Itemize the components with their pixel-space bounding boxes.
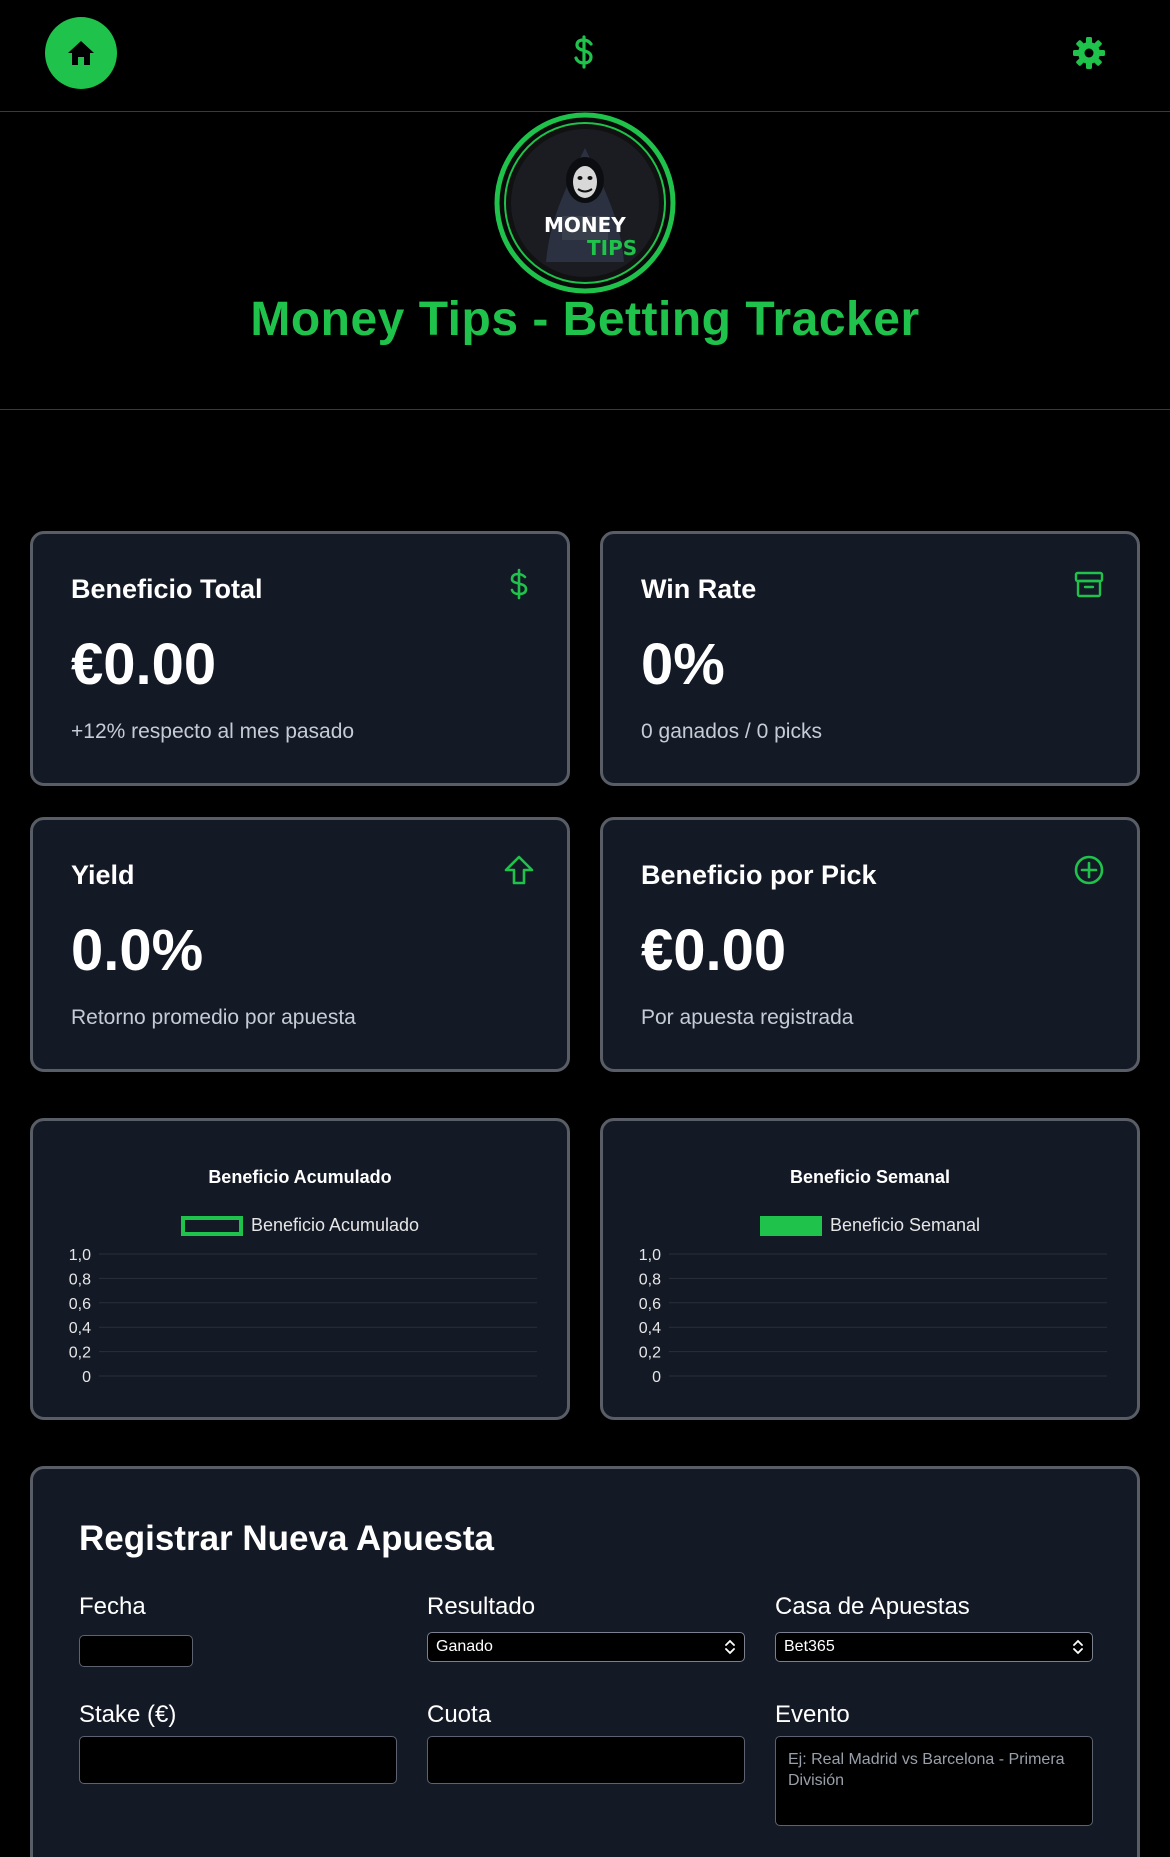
stat-value: €0.00 bbox=[71, 632, 217, 697]
resultado-label: Resultado bbox=[427, 1593, 536, 1620]
resultado-selected-value: Ganado bbox=[436, 1638, 493, 1655]
y-tick-label: 0,8 bbox=[639, 1271, 661, 1288]
dollar-icon bbox=[574, 35, 593, 69]
chart-beneficio-semanal: Beneficio Semanal Beneficio Semanal 1,0 0… bbox=[600, 1118, 1140, 1420]
stat-subtitle: Por apuesta registrada bbox=[641, 1006, 854, 1029]
casa-select[interactable]: Bet365 bbox=[775, 1632, 1093, 1662]
stat-subtitle: Retorno promedio por apuesta bbox=[71, 1006, 356, 1029]
stat-value: €0.00 bbox=[641, 918, 787, 983]
stat-card-beneficio-total: Beneficio Total €0.00 +12% respecto al m… bbox=[30, 531, 570, 786]
stat-title: Win Rate bbox=[641, 574, 757, 604]
top-nav-bar bbox=[0, 0, 1170, 112]
y-tick-label: 0 bbox=[652, 1369, 661, 1386]
evento-label: Evento bbox=[775, 1701, 850, 1728]
y-tick-label: 0 bbox=[82, 1369, 91, 1386]
stat-card-yield: Yield 0.0% Retorno promedio por apuesta bbox=[30, 817, 570, 1072]
casa-label: Casa de Apuestas bbox=[775, 1593, 970, 1620]
casa-selected-value: Bet365 bbox=[784, 1638, 835, 1655]
new-bet-form: Registrar Nueva Apuesta Fecha Resultado … bbox=[30, 1466, 1140, 1857]
y-tick-label: 0,2 bbox=[69, 1345, 91, 1362]
stake-label: Stake (€) bbox=[79, 1701, 177, 1728]
home-icon bbox=[68, 41, 94, 65]
home-button[interactable] bbox=[45, 17, 117, 89]
chart-plot-area: 1,0 0,8 0,6 0,4 0,2 0 bbox=[639, 1247, 1107, 1386]
stat-subtitle: +12% respecto al mes pasado bbox=[71, 720, 355, 743]
app-logo: MONEY TIPS bbox=[494, 112, 676, 294]
resultado-select[interactable]: Ganado bbox=[427, 1632, 745, 1662]
fecha-label: Fecha bbox=[79, 1593, 146, 1620]
stat-title: Yield bbox=[71, 860, 135, 890]
page-title: Money Tips - Betting Tracker bbox=[250, 293, 920, 346]
y-tick-label: 0,6 bbox=[69, 1296, 91, 1313]
stat-subtitle: 0 ganados / 0 picks bbox=[641, 720, 822, 743]
app-header: MONEY TIPS Money Tips - Betting Tracker bbox=[0, 112, 1170, 410]
chart-beneficio-acumulado: Beneficio Acumulado Beneficio Acumulado … bbox=[30, 1118, 570, 1420]
stat-title: Beneficio Total bbox=[71, 574, 263, 604]
evento-placeholder: Ej: Real Madrid vs Barcelona - Primera D… bbox=[788, 1751, 1065, 1789]
y-tick-label: 1,0 bbox=[69, 1247, 91, 1264]
chevron-updown-icon bbox=[1073, 1639, 1083, 1655]
chevron-updown-icon bbox=[725, 1639, 735, 1655]
fecha-input[interactable] bbox=[79, 1635, 193, 1667]
archive-icon bbox=[1074, 571, 1104, 598]
chart-plot-area: 1,0 0,8 0,6 0,4 0,2 0 bbox=[69, 1247, 537, 1386]
evento-textarea[interactable]: Ej: Real Madrid vs Barcelona - Primera D… bbox=[775, 1736, 1093, 1826]
y-tick-label: 0,4 bbox=[639, 1320, 661, 1337]
form-title: Registrar Nueva Apuesta bbox=[79, 1519, 494, 1558]
stat-value: 0% bbox=[641, 632, 725, 697]
y-tick-label: 0,6 bbox=[639, 1296, 661, 1313]
dollar-icon bbox=[510, 568, 528, 600]
y-tick-label: 1,0 bbox=[639, 1247, 661, 1264]
cuota-input[interactable] bbox=[427, 1736, 745, 1784]
y-tick-label: 0,2 bbox=[639, 1345, 661, 1362]
stat-card-beneficio-por-pick: Beneficio por Pick €0.00 Por apuesta reg… bbox=[600, 817, 1140, 1072]
logo-text-money: MONEY bbox=[544, 213, 626, 237]
stat-card-win-rate: Win Rate 0% 0 ganados / 0 picks bbox=[600, 531, 1140, 786]
y-tick-label: 0,8 bbox=[69, 1271, 91, 1288]
stat-value: 0.0% bbox=[71, 918, 204, 983]
dollar-nav-button[interactable] bbox=[572, 32, 596, 72]
logo-text-tips: TIPS bbox=[587, 236, 637, 260]
gear-icon bbox=[1073, 37, 1105, 69]
y-tick-label: 0,4 bbox=[69, 1320, 91, 1337]
cuota-label: Cuota bbox=[427, 1701, 492, 1728]
stat-title: Beneficio por Pick bbox=[641, 860, 877, 890]
plus-circle-icon bbox=[1074, 855, 1104, 885]
stake-input[interactable] bbox=[79, 1736, 397, 1784]
settings-button[interactable] bbox=[1072, 36, 1106, 70]
arrow-up-icon bbox=[504, 855, 534, 885]
